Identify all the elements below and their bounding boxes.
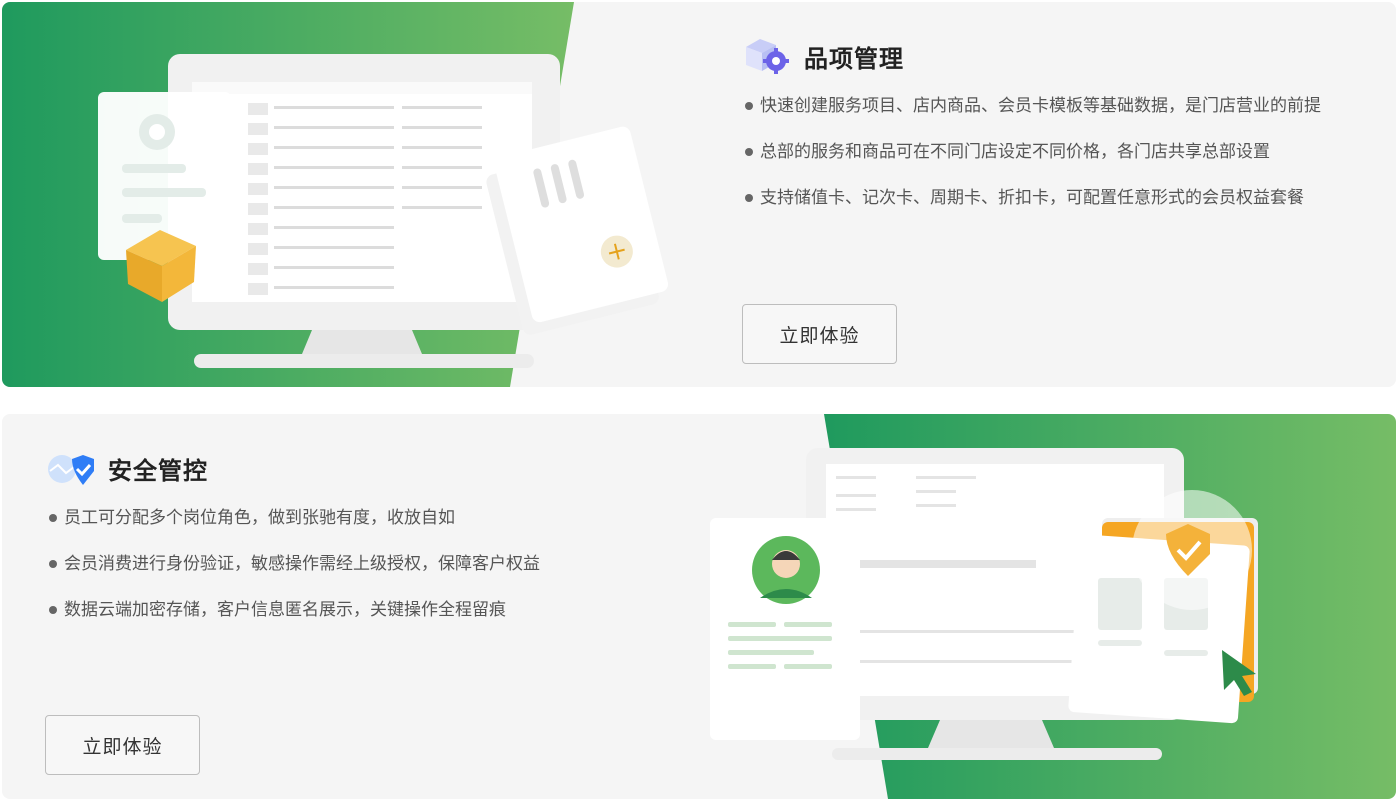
- bullet-dot: [49, 513, 57, 522]
- section-header: 安全管控: [46, 444, 686, 492]
- security-control-section: 安全管控 员工可分配多个岗位角色，做到张驰有度，收放自如 会员消费进行身份验证，…: [2, 414, 1396, 799]
- feature-text: 支持储值卡、记次卡、周期卡、折扣卡，可配置任意形式的会员权益套餐: [760, 188, 1304, 207]
- feature-text: 总部的服务和商品可在不同门店设定不同价格，各门店共享总部设置: [760, 142, 1270, 161]
- shield-check-icon: [48, 455, 94, 485]
- try-now-button[interactable]: 立即体验: [742, 304, 897, 364]
- bullet-dot: [49, 605, 57, 614]
- bullet-dot: [745, 193, 753, 202]
- bullet-dot: [745, 101, 753, 110]
- list-item: 快速创建服务项目、店内商品、会员卡模板等基础数据，是门店营业的前提: [742, 94, 1382, 117]
- list-item: 员工可分配多个岗位角色，做到张驰有度，收放自如: [46, 506, 686, 529]
- list-item: 会员消费进行身份验证，敏感操作需经上级授权，保障客户权益: [46, 552, 686, 575]
- feature-text: 会员消费进行身份验证，敏感操作需经上级授权，保障客户权益: [64, 554, 540, 573]
- security-control-illustration: [710, 414, 1396, 799]
- section-header: 品项管理: [742, 32, 1382, 80]
- section-title: 安全管控: [108, 457, 208, 485]
- box-gear-icon: [746, 39, 789, 74]
- list-item: 数据云端加密存储，客户信息匿名展示，关键操作全程留痕: [46, 598, 686, 621]
- feature-text: 快速创建服务项目、店内商品、会员卡模板等基础数据，是门店营业的前提: [760, 96, 1321, 115]
- product-management-section: 品项管理 快速创建服务项目、店内商品、会员卡模板等基础数据，是门店营业的前提 总…: [2, 2, 1396, 387]
- section-title: 品项管理: [804, 45, 904, 73]
- feature-text: 数据云端加密存储，客户信息匿名展示，关键操作全程留痕: [64, 600, 506, 619]
- list-item: 总部的服务和商品可在不同门店设定不同价格，各门店共享总部设置: [742, 140, 1382, 163]
- feature-list: 快速创建服务项目、店内商品、会员卡模板等基础数据，是门店营业的前提 总部的服务和…: [742, 94, 1382, 209]
- feature-list: 员工可分配多个岗位角色，做到张驰有度，收放自如 会员消费进行身份验证，敏感操作需…: [46, 506, 686, 621]
- product-management-illustration: [2, 2, 669, 387]
- list-item: 支持储值卡、记次卡、周期卡、折扣卡，可配置任意形式的会员权益套餐: [742, 186, 1382, 209]
- product-management-text: 品项管理 快速创建服务项目、店内商品、会员卡模板等基础数据，是门店营业的前提 总…: [742, 32, 1382, 232]
- security-control-text: 安全管控 员工可分配多个岗位角色，做到张驰有度，收放自如 会员消费进行身份验证，…: [46, 444, 686, 644]
- bullet-dot: [745, 147, 753, 156]
- try-now-button[interactable]: 立即体验: [45, 715, 200, 775]
- feature-text: 员工可分配多个岗位角色，做到张驰有度，收放自如: [64, 508, 455, 527]
- bullet-dot: [49, 559, 57, 568]
